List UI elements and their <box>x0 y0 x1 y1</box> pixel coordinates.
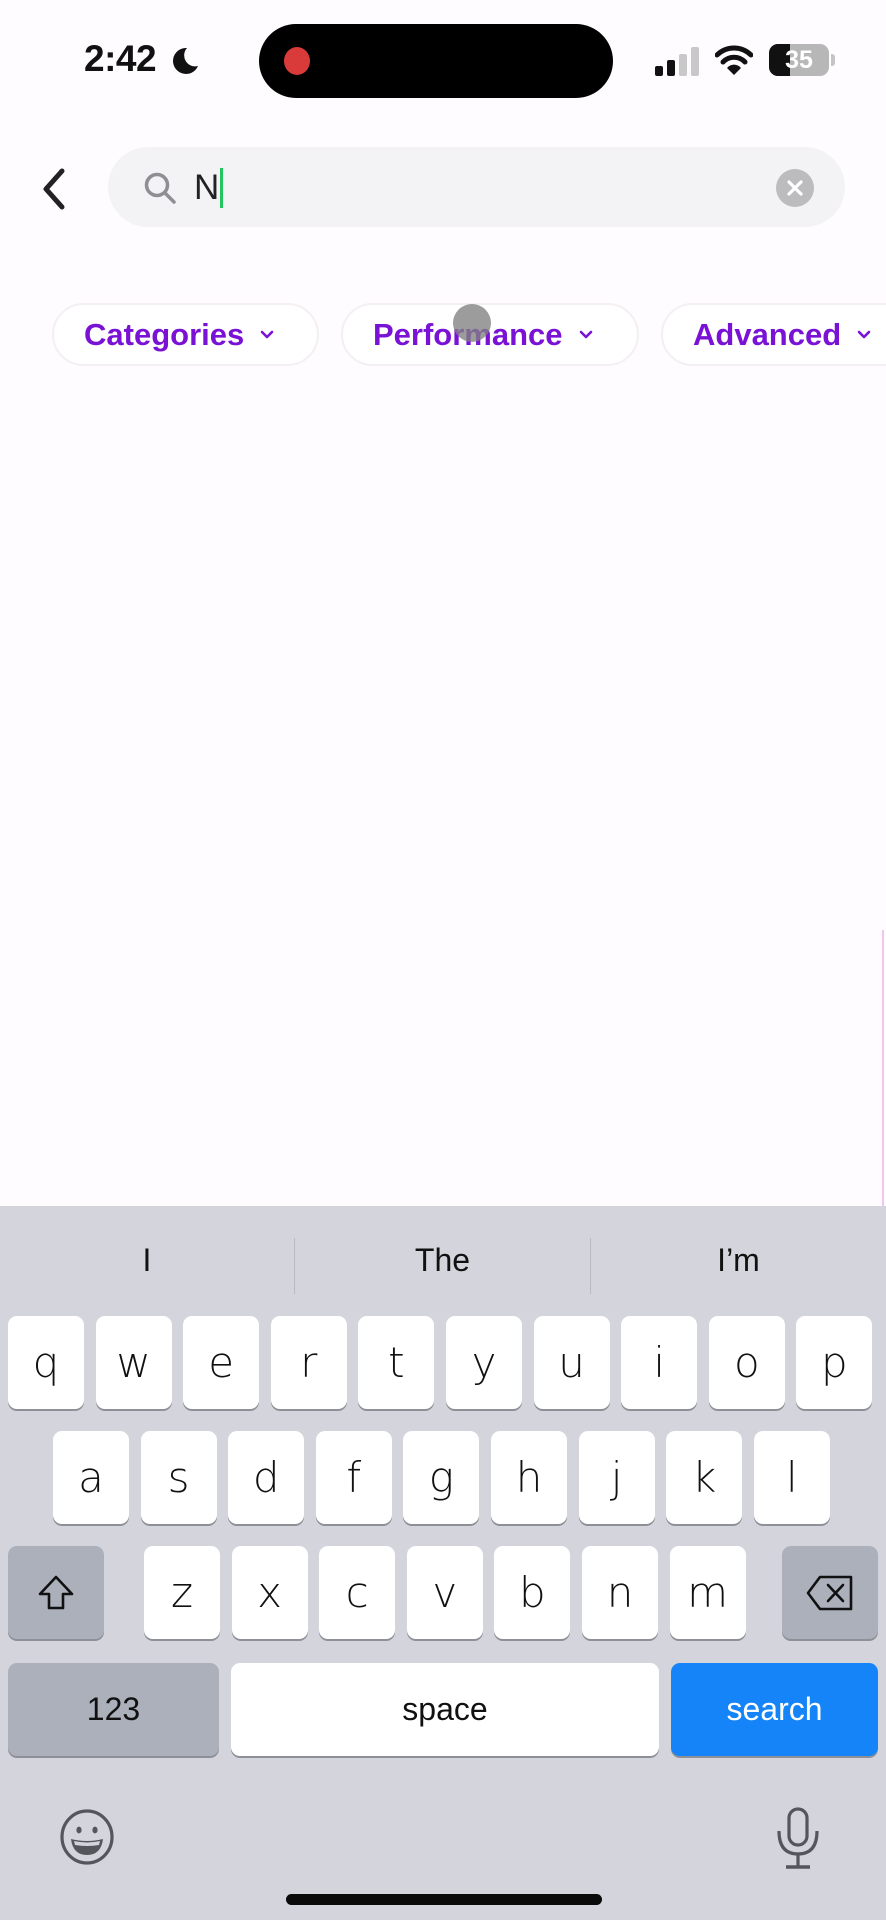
filter-chip-performance[interactable]: Performance <box>341 303 639 366</box>
edge-artifact <box>882 930 884 1206</box>
suggestion-item[interactable]: I <box>0 1206 294 1314</box>
numbers-key[interactable]: 123 <box>8 1663 219 1756</box>
battery-icon: 35 <box>769 44 829 76</box>
suggestion-item[interactable]: I’m <box>591 1206 886 1314</box>
search-query-text: N <box>194 168 220 207</box>
space-key[interactable]: space <box>231 1663 659 1756</box>
clear-search-button[interactable] <box>776 169 814 207</box>
chevron-left-icon <box>43 168 65 210</box>
text-caret <box>220 168 224 208</box>
cellular-signal-icon <box>655 47 699 76</box>
key-h[interactable]: h <box>491 1431 567 1524</box>
filter-chip-advanced[interactable]: Advanced <box>661 303 886 366</box>
home-indicator[interactable] <box>286 1894 602 1905</box>
battery-tip <box>831 54 835 66</box>
filter-chip-label: Advanced <box>693 316 842 352</box>
shift-key[interactable] <box>8 1546 104 1639</box>
key-n[interactable]: n <box>582 1546 658 1639</box>
key-b[interactable]: b <box>494 1546 571 1639</box>
keyboard: I The I’m qwertyuiop asdfghjkl zxcvbnm 1… <box>0 1206 886 1920</box>
key-f[interactable]: f <box>315 1431 392 1524</box>
key-z[interactable]: z <box>144 1546 220 1639</box>
key-y[interactable]: y <box>446 1316 522 1409</box>
key-w[interactable]: w <box>95 1316 172 1409</box>
key-t[interactable]: t <box>358 1316 435 1409</box>
suggestion-item[interactable]: The <box>295 1206 590 1314</box>
chevron-down-icon <box>579 330 592 338</box>
microphone-icon[interactable] <box>775 1806 821 1872</box>
delete-key[interactable] <box>782 1546 878 1639</box>
key-l[interactable]: l <box>753 1431 830 1524</box>
key-e[interactable]: e <box>183 1316 260 1409</box>
key-p[interactable]: p <box>796 1316 873 1409</box>
chevron-down-icon <box>857 330 871 338</box>
battery-percent: 35 <box>785 46 813 74</box>
recording-indicator-icon <box>284 47 310 75</box>
moon-icon <box>173 47 198 74</box>
filter-chip-categories[interactable]: Categories <box>52 303 319 366</box>
key-d[interactable]: d <box>228 1431 305 1524</box>
wifi-icon <box>715 45 753 75</box>
search-input-value[interactable]: N <box>194 166 224 210</box>
search-key[interactable]: search <box>671 1663 878 1756</box>
key-o[interactable]: o <box>708 1316 785 1409</box>
delete-backspace-icon <box>806 1575 853 1610</box>
key-a[interactable]: a <box>53 1431 129 1524</box>
dynamic-island <box>259 24 613 98</box>
key-s[interactable]: s <box>140 1431 217 1524</box>
key-i[interactable]: i <box>621 1316 698 1409</box>
key-g[interactable]: g <box>403 1431 480 1524</box>
key-r[interactable]: r <box>270 1316 347 1409</box>
search-icon <box>144 172 176 204</box>
key-u[interactable]: u <box>533 1316 610 1409</box>
predictive-suggestions: I The I’m <box>0 1206 886 1314</box>
chevron-down-icon <box>260 330 274 338</box>
key-v[interactable]: v <box>406 1546 483 1639</box>
filter-chip-label: Categories <box>84 316 245 352</box>
key-m[interactable]: m <box>669 1546 746 1639</box>
emoji-icon[interactable] <box>59 1809 115 1865</box>
key-c[interactable]: c <box>319 1546 396 1639</box>
key-j[interactable]: j <box>578 1431 655 1524</box>
shift-icon <box>38 1575 74 1609</box>
key-x[interactable]: x <box>231 1546 308 1639</box>
key-k[interactable]: k <box>666 1431 743 1524</box>
clear-circle-icon <box>787 180 803 196</box>
touch-indicator <box>453 304 491 342</box>
key-q[interactable]: q <box>8 1316 84 1409</box>
back-button[interactable] <box>32 164 76 214</box>
status-time: 2:42 <box>84 38 157 79</box>
